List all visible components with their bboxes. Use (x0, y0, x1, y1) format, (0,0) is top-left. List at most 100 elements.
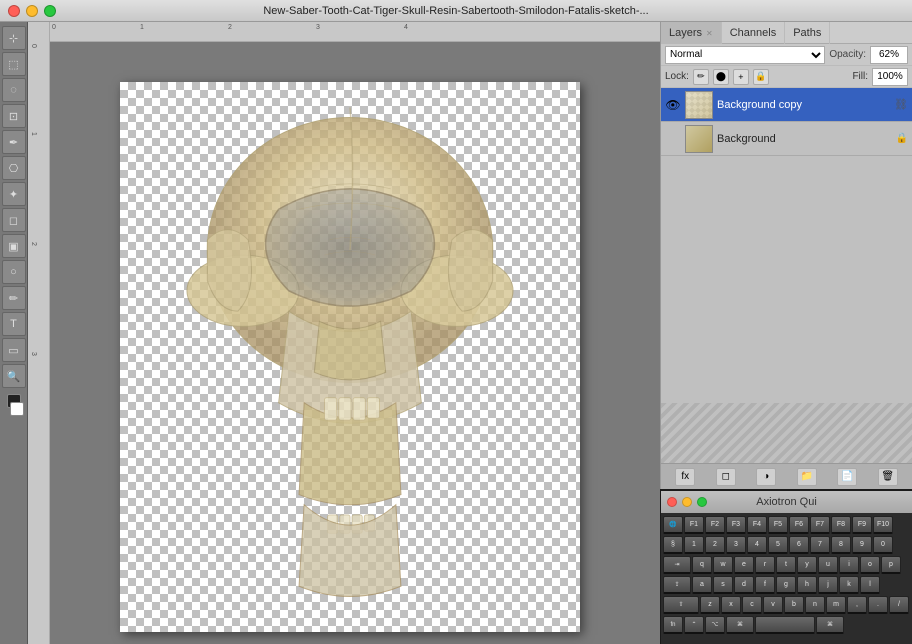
layer-background-copy[interactable]: 👁 Background copy ⛓ (661, 88, 912, 122)
key-d[interactable]: d (734, 576, 754, 594)
key-f7[interactable]: F7 (810, 516, 830, 534)
key-4[interactable]: 4 (747, 536, 767, 554)
key-f1[interactable]: F1 (684, 516, 704, 534)
key-r[interactable]: r (755, 556, 775, 574)
key-f[interactable]: f (755, 576, 775, 594)
layer-mask-button[interactable]: ◻ (716, 468, 736, 486)
lock-image-btn[interactable]: ⬤ (713, 69, 729, 85)
key-6[interactable]: 6 (789, 536, 809, 554)
key-ctrl[interactable]: ⌃ (684, 616, 704, 634)
kb-min-btn[interactable] (682, 497, 692, 507)
key-x[interactable]: x (721, 596, 741, 614)
key-space[interactable] (755, 616, 815, 634)
key-c[interactable]: c (742, 596, 762, 614)
key-cmd-left[interactable]: ⌘ (726, 616, 754, 634)
tab-layers[interactable]: Layers ✕ (661, 22, 722, 44)
layer-adjustment-button[interactable]: ◑ (756, 468, 776, 486)
lock-position-btn[interactable]: + (733, 69, 749, 85)
key-5[interactable]: 5 (768, 536, 788, 554)
tool-text[interactable]: T (2, 312, 26, 336)
key-1[interactable]: 1 (684, 536, 704, 554)
key-f2[interactable]: F2 (705, 516, 725, 534)
key-f8[interactable]: F8 (831, 516, 851, 534)
kb-max-btn[interactable] (697, 497, 707, 507)
key-2[interactable]: 2 (705, 536, 725, 554)
key-shift[interactable]: ⇧ (663, 596, 699, 614)
key-0[interactable]: 0 (873, 536, 893, 554)
tool-dodge[interactable]: ○ (2, 260, 26, 284)
layer-delete-button[interactable]: 🗑 (878, 468, 898, 486)
key-k[interactable]: k (839, 576, 859, 594)
key-i[interactable]: i (839, 556, 859, 574)
opacity-field[interactable] (870, 46, 908, 64)
key-f3[interactable]: F3 (726, 516, 746, 534)
layer-group-button[interactable]: 📁 (797, 468, 817, 486)
key-8[interactable]: 8 (831, 536, 851, 554)
tool-shape[interactable]: ▭ (2, 338, 26, 362)
tool-zoom[interactable]: 🔍 (2, 364, 26, 388)
key-7[interactable]: 7 (810, 536, 830, 554)
key-o[interactable]: o (860, 556, 880, 574)
key-f4[interactable]: F4 (747, 516, 767, 534)
key-g[interactable]: g (776, 576, 796, 594)
key-h[interactable]: h (797, 576, 817, 594)
key-j[interactable]: j (818, 576, 838, 594)
tool-clone[interactable]: ✦ (2, 182, 26, 206)
maximize-button[interactable] (44, 5, 56, 17)
key-b[interactable]: b (784, 596, 804, 614)
tool-crop[interactable]: ⊡ (2, 104, 26, 128)
layer-fx-button[interactable]: fx (675, 468, 695, 486)
lock-transparent-btn[interactable]: ✏ (693, 69, 709, 85)
key-fn-globe[interactable]: 🌐 (663, 516, 683, 534)
key-a[interactable]: a (692, 576, 712, 594)
minimize-button[interactable] (26, 5, 38, 17)
tab-close-icon[interactable]: ✕ (706, 29, 713, 38)
key-l[interactable]: l (860, 576, 880, 594)
background-color[interactable] (10, 402, 24, 416)
key-3[interactable]: 3 (726, 536, 746, 554)
fill-field[interactable] (872, 68, 908, 86)
layer-new-button[interactable]: 📄 (837, 468, 857, 486)
key-m[interactable]: m (826, 596, 846, 614)
key-cmd-right[interactable]: ⌘ (816, 616, 844, 634)
key-e[interactable]: e (734, 556, 754, 574)
tool-eraser[interactable]: ◻ (2, 208, 26, 232)
tab-paths[interactable]: Paths (785, 22, 830, 44)
tool-move[interactable]: ⊹ (2, 26, 26, 50)
key-f10[interactable]: F10 (873, 516, 893, 534)
key-comma[interactable]: , (847, 596, 867, 614)
key-section[interactable]: § (663, 536, 683, 554)
key-q[interactable]: q (692, 556, 712, 574)
key-y[interactable]: y (797, 556, 817, 574)
key-s[interactable]: s (713, 576, 733, 594)
key-option[interactable]: ⌥ (705, 616, 725, 634)
kb-close-btn[interactable] (667, 497, 677, 507)
key-fn[interactable]: fn (663, 616, 683, 634)
tool-paint[interactable]: ▣ (2, 234, 26, 258)
tool-pen[interactable]: ✏ (2, 286, 26, 310)
layer-visibility-icon[interactable]: 👁 (665, 97, 681, 113)
key-f9[interactable]: F9 (852, 516, 872, 534)
close-button[interactable] (8, 5, 20, 17)
tool-select[interactable]: ⬚ (2, 52, 26, 76)
key-p[interactable]: p (881, 556, 901, 574)
tool-eyedropper[interactable]: ✒ (2, 130, 26, 154)
canvas-document[interactable] (120, 82, 580, 632)
key-v[interactable]: v (763, 596, 783, 614)
key-n[interactable]: n (805, 596, 825, 614)
key-t[interactable]: t (776, 556, 796, 574)
key-capslock[interactable]: ⇪ (663, 576, 691, 594)
tool-lasso[interactable]: ◌ (2, 78, 26, 102)
key-slash[interactable]: / (889, 596, 909, 614)
key-f6[interactable]: F6 (789, 516, 809, 534)
key-z[interactable]: z (700, 596, 720, 614)
key-tab[interactable]: ⇥ (663, 556, 691, 574)
layer-background[interactable]: 👁 Background 🔒 (661, 122, 912, 156)
key-period[interactable]: . (868, 596, 888, 614)
key-u[interactable]: u (818, 556, 838, 574)
key-w[interactable]: w (713, 556, 733, 574)
lock-all-btn[interactable]: 🔒 (753, 69, 769, 85)
tab-channels[interactable]: Channels (722, 22, 785, 44)
tool-brush[interactable]: ⎔ (2, 156, 26, 180)
blend-mode-select[interactable]: Normal (665, 46, 825, 64)
